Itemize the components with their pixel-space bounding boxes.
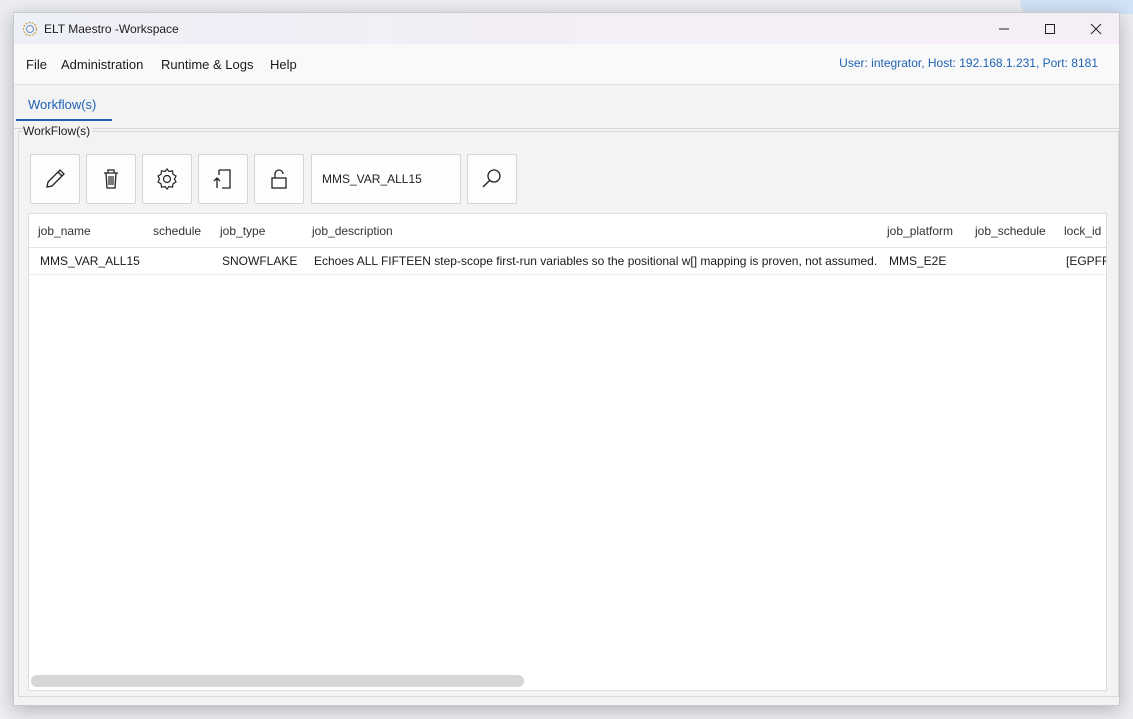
unlock-icon bbox=[271, 169, 287, 189]
tab-label: Workflow(s) bbox=[28, 97, 97, 112]
edit-icon bbox=[46, 169, 65, 188]
maximize-button[interactable] bbox=[1027, 13, 1073, 44]
column-header-schedule[interactable]: schedule bbox=[153, 224, 201, 238]
window-title: ELT Maestro -Workspace bbox=[44, 21, 179, 36]
edit-button[interactable] bbox=[30, 154, 80, 204]
column-header-job-type[interactable]: job_type bbox=[220, 224, 265, 238]
search-button[interactable] bbox=[467, 154, 517, 204]
menu-runtime-logs[interactable]: Runtime & Logs bbox=[161, 57, 254, 72]
table-row[interactable]: MMS_VAR_ALL15 SNOWFLAKE Echoes ALL FIFTE… bbox=[29, 248, 1106, 275]
maximize-icon bbox=[1045, 23, 1055, 34]
cell-job-platform: MMS_E2E bbox=[889, 254, 947, 268]
active-tab-indicator bbox=[16, 119, 112, 121]
search-icon bbox=[482, 169, 501, 188]
tab-bar: Workflow(s) bbox=[14, 85, 1119, 129]
column-header-job-platform[interactable]: job_platform bbox=[887, 224, 953, 238]
tab-workflows[interactable]: Workflow(s) bbox=[16, 95, 112, 121]
minimize-button[interactable] bbox=[981, 13, 1027, 44]
menu-bar: File Administration Runtime & Logs Help … bbox=[14, 44, 1119, 85]
column-header-job-description[interactable]: job_description bbox=[312, 224, 393, 238]
settings-button[interactable] bbox=[142, 154, 192, 204]
title-bar[interactable]: ELT Maestro -Workspace bbox=[14, 13, 1119, 44]
minimize-icon bbox=[999, 28, 1009, 29]
cell-job-type: SNOWFLAKE bbox=[222, 254, 298, 268]
cell-job-description: Echoes ALL FIFTEEN step-scope first-run … bbox=[314, 254, 878, 268]
connection-info: User: integrator, Host: 192.168.1.231, P… bbox=[839, 56, 1098, 70]
column-header-lock-id[interactable]: lock_id bbox=[1064, 224, 1101, 238]
close-button[interactable] bbox=[1073, 13, 1119, 44]
menu-help[interactable]: Help bbox=[270, 57, 297, 72]
horizontal-scrollbar[interactable] bbox=[31, 675, 524, 687]
import-button[interactable] bbox=[198, 154, 248, 204]
workflow-table[interactable]: job_name schedule job_type job_descripti… bbox=[28, 213, 1107, 691]
cell-lock-id: [EGPFF( bbox=[1066, 254, 1106, 268]
unlock-button[interactable] bbox=[254, 154, 304, 204]
table-header: job_name schedule job_type job_descripti… bbox=[29, 214, 1106, 248]
gear-icon bbox=[157, 168, 177, 190]
menu-file[interactable]: File bbox=[26, 57, 47, 72]
divider bbox=[14, 128, 1119, 129]
import-icon bbox=[213, 169, 231, 189]
trash-icon bbox=[104, 169, 118, 189]
cell-job-name: MMS_VAR_ALL15 bbox=[40, 254, 140, 268]
column-header-job-name[interactable]: job_name bbox=[38, 224, 91, 238]
search-input[interactable] bbox=[311, 154, 461, 204]
app-window: ELT Maestro -Workspace File Administrati… bbox=[13, 12, 1120, 706]
app-logo-icon bbox=[22, 21, 38, 36]
close-icon bbox=[1090, 23, 1102, 34]
menu-administration[interactable]: Administration bbox=[61, 57, 143, 72]
group-label: WorkFlow(s) bbox=[23, 124, 93, 138]
delete-button[interactable] bbox=[86, 154, 136, 204]
column-header-job-schedule[interactable]: job_schedule bbox=[975, 224, 1046, 238]
